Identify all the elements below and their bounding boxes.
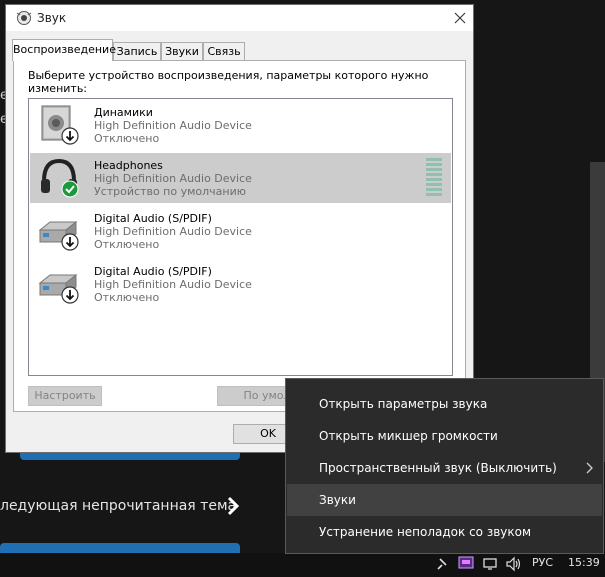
device-name: Digital Audio (S/PDIF): [94, 265, 212, 278]
menu-item-label: Открыть параметры звука: [319, 397, 488, 411]
menu-item-open-sound-settings[interactable]: Открыть параметры звука: [287, 388, 602, 420]
device-item[interactable]: Digital Audio (S/PDIF) High Definition A…: [30, 206, 451, 256]
menu-item-label: Звуки: [319, 493, 356, 507]
headphones-icon: [41, 158, 79, 198]
chevron-right-icon: [586, 462, 593, 474]
menu-item-label: Пространственный звук (Выключить): [319, 461, 557, 475]
tab-playback[interactable]: Воспроизведение: [12, 39, 116, 61]
device-status: Отключено: [94, 132, 160, 145]
device-name: Headphones: [94, 159, 163, 172]
device-status: Отключено: [94, 238, 160, 251]
menu-item-label: Открыть микшер громкости: [319, 429, 498, 443]
configure-button[interactable]: Настроить: [28, 386, 102, 406]
menu-item-sounds[interactable]: Звуки: [287, 484, 602, 516]
network-icon[interactable]: [482, 557, 498, 571]
device-status: Отключено: [94, 291, 160, 304]
sound-context-menu: Открыть параметры звука Открыть микшер г…: [285, 378, 604, 554]
menu-item-label: Устранение неполадок со звуком: [319, 525, 532, 539]
digital-audio-icon: [38, 273, 79, 304]
tab-communications[interactable]: Связь: [203, 42, 245, 60]
device-item[interactable]: Digital Audio (S/PDIF) High Definition A…: [30, 259, 451, 309]
sound-app-icon: [16, 11, 32, 25]
clock[interactable]: 15:39: [568, 556, 600, 569]
device-list: Динамики High Definition Audio Device От…: [28, 98, 453, 376]
device-item-selected[interactable]: Headphones High Definition Audio Device …: [30, 153, 451, 203]
tray-pin-icon[interactable]: [436, 557, 448, 571]
device-item[interactable]: Динамики High Definition Audio Device От…: [30, 100, 451, 150]
tab-sounds[interactable]: Звуки: [161, 42, 203, 60]
device-driver: High Definition Audio Device: [94, 119, 252, 132]
next-unread-topic-link[interactable]: ледующая непрочитанная тема: [0, 498, 236, 514]
menu-item-spatial-sound[interactable]: Пространственный звук (Выключить): [287, 452, 602, 484]
speaker-icon: [41, 105, 79, 145]
instruction-text: Выберите устройство воспроизведения, пар…: [28, 69, 429, 95]
close-icon[interactable]: [450, 8, 470, 28]
menu-item-troubleshoot-sound[interactable]: Устранение неполадок со звуком: [287, 516, 602, 548]
volume-icon[interactable]: [505, 556, 523, 572]
device-driver: High Definition Audio Device: [94, 172, 252, 185]
device-name: Digital Audio (S/PDIF): [94, 212, 212, 225]
playback-panel: Выберите устройство воспроизведения, пар…: [13, 60, 466, 412]
digital-audio-icon: [38, 220, 79, 251]
device-driver: High Definition Audio Device: [94, 225, 252, 238]
chevron-right-icon[interactable]: [226, 495, 240, 517]
device-status: Устройство по умолчанию: [94, 185, 247, 198]
volume-level-meter: [426, 158, 442, 196]
tray-app-icon[interactable]: [458, 556, 474, 570]
dialog-title: Звук: [37, 11, 67, 25]
device-name: Динамики: [94, 106, 153, 119]
menu-item-open-volume-mixer[interactable]: Открыть микшер громкости: [287, 420, 602, 452]
device-driver: High Definition Audio Device: [94, 278, 252, 291]
language-indicator[interactable]: РУС: [532, 556, 553, 569]
tab-recording[interactable]: Запись: [113, 42, 161, 60]
dialog-titlebar[interactable]: Звук: [6, 5, 473, 31]
